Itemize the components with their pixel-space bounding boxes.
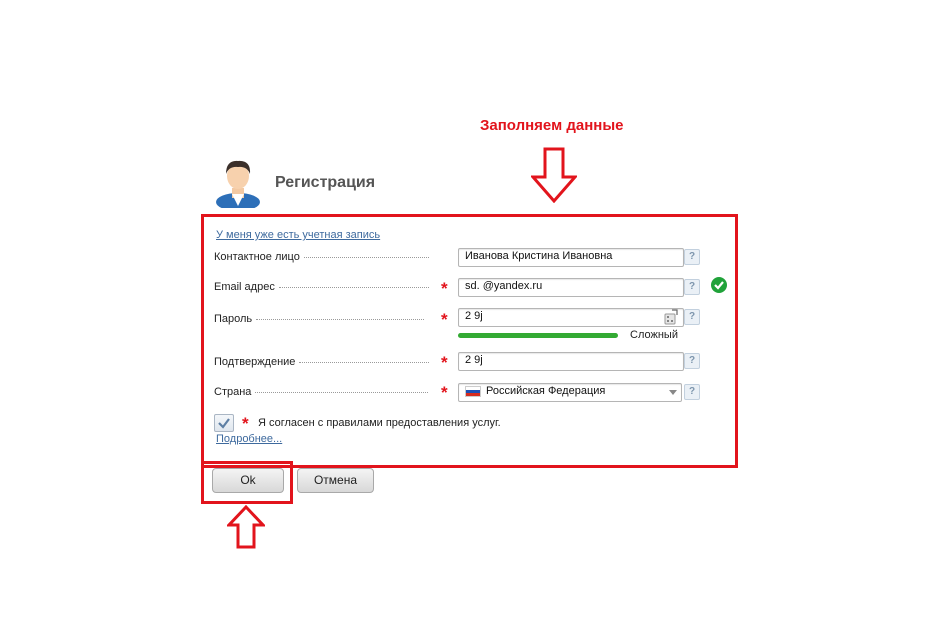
help-icon[interactable]: ? [684,249,700,265]
russia-flag-icon [465,385,481,397]
chevron-down-icon [669,390,677,395]
password-input[interactable]: 2 9j [458,308,684,327]
required-icon: * [441,353,448,372]
dialog-title: Регистрация [275,174,376,191]
country-label: Страна [214,386,434,398]
existing-account-link[interactable]: У меня уже есть учетная запись [216,229,380,241]
email-label: Email адрес [214,281,434,293]
annotation-title: Заполняем данные [480,117,624,134]
contact-label: Контактное лицо [214,251,434,263]
password-strength-label: Сложный [630,329,678,341]
required-icon: * [242,414,249,433]
agree-checkbox[interactable] [214,414,234,432]
country-select[interactable]: Российская Федерация [458,383,682,402]
agree-text: Я согласен с правилами предоставления ус… [258,417,501,429]
more-info-link[interactable]: Подробнее... [216,433,282,445]
contact-name-input[interactable]: Иванова Кристина Ивановна [458,248,684,267]
help-icon[interactable]: ? [684,279,700,295]
valid-check-icon [711,277,727,293]
checkmark-icon [218,418,230,429]
email-input[interactable]: sd. @yandex.ru [458,278,684,297]
password-strength-bar [458,333,618,338]
country-value: Российская Федерация [486,385,606,397]
ok-button[interactable]: Ok [212,468,284,493]
cancel-button[interactable]: Отмена [297,468,374,493]
required-icon: * [441,279,448,298]
help-icon[interactable]: ? [684,384,700,400]
password-generator-icon[interactable] [664,309,678,325]
user-avatar-icon [216,160,260,208]
arrow-up-icon [227,505,265,549]
required-icon: * [441,383,448,402]
help-icon[interactable]: ? [684,309,700,325]
password-label: Пароль [214,313,434,325]
help-icon[interactable]: ? [684,353,700,369]
arrow-down-icon [531,147,577,203]
required-icon: * [441,310,448,329]
password-confirm-input[interactable]: 2 9j [458,352,684,371]
confirm-label: Подтверждение [214,356,434,368]
